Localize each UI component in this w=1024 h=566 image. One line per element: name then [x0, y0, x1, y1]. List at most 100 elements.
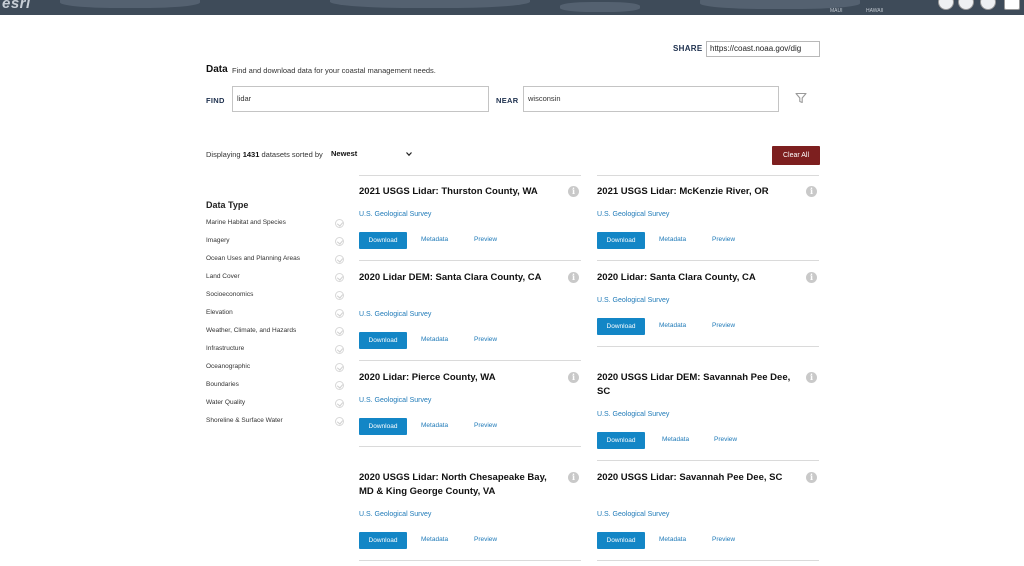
download-button[interactable]: Download [359, 232, 407, 249]
preview-link[interactable]: Preview [712, 322, 735, 329]
download-button[interactable]: Download [359, 332, 407, 349]
dataset-title[interactable]: 2021 USGS Lidar: McKenzie River, OR [597, 185, 793, 199]
card-divider [359, 175, 581, 176]
facet-check-icon[interactable] [335, 237, 344, 246]
facet-label: Ocean Uses and Planning Areas [206, 255, 300, 262]
facet-item[interactable]: Boundaries [206, 381, 344, 393]
find-input[interactable]: lidar [232, 86, 489, 112]
facet-check-icon[interactable] [335, 255, 344, 264]
metadata-link[interactable]: Metadata [421, 422, 448, 429]
dataset-card: 2021 USGS Lidar: McKenzie River, OR i U.S.… [597, 175, 819, 261]
facet-check-icon[interactable] [335, 219, 344, 228]
info-icon[interactable]: i [806, 272, 817, 283]
preview-link[interactable]: Preview [714, 436, 737, 443]
dataset-title[interactable]: 2020 Lidar: Santa Clara County, CA [597, 271, 793, 285]
facet-check-icon[interactable] [335, 345, 344, 354]
near-input[interactable]: wisconsin [523, 86, 779, 112]
download-button[interactable]: Download [597, 232, 645, 249]
dataset-title[interactable]: 2020 USGS Lidar DEM: Savannah Pee Dee, S… [597, 371, 793, 399]
preview-link[interactable]: Preview [712, 236, 735, 243]
facet-check-icon[interactable] [335, 309, 344, 318]
filter-icon[interactable] [795, 92, 807, 104]
facet-check-icon[interactable] [335, 381, 344, 390]
dataset-org[interactable]: U.S. Geological Survey [597, 511, 669, 518]
preview-link[interactable]: Preview [474, 336, 497, 343]
dataset-title[interactable]: 2020 USGS Lidar: North Chesapeake Bay, M… [359, 471, 555, 499]
metadata-link[interactable]: Metadata [659, 322, 686, 329]
near-label: NEAR [496, 96, 519, 105]
dataset-org[interactable]: U.S. Geological Survey [597, 297, 669, 304]
sort-select[interactable]: Newest [331, 149, 415, 158]
dataset-org[interactable]: U.S. Geological Survey [359, 397, 431, 404]
facet-label: Infrastructure [206, 345, 245, 352]
facet-item[interactable]: Socioeconomics [206, 291, 344, 303]
dataset-card: 2021 USGS Lidar: Thurston County, WA i U.S… [359, 175, 581, 261]
dataset-card: 2020 Lidar: Santa Clara County, CA i U.S. … [597, 261, 819, 347]
facet-item[interactable]: Shoreline & Surface Water [206, 417, 344, 429]
facet-item[interactable]: Ocean Uses and Planning Areas [206, 255, 344, 267]
dataset-title[interactable]: 2021 USGS Lidar: Thurston County, WA [359, 185, 555, 199]
dataset-card: 2020 Lidar: Pierce County, WA i U.S. Geolo… [359, 361, 581, 447]
results-suffix: datasets sorted by [261, 150, 323, 159]
metadata-link[interactable]: Metadata [662, 436, 689, 443]
info-icon[interactable]: i [568, 372, 579, 383]
dataset-org[interactable]: U.S. Geological Survey [359, 211, 431, 218]
facet-item[interactable]: Elevation [206, 309, 344, 321]
facet-item[interactable]: Weather, Climate, and Hazards [206, 327, 344, 339]
facet-check-icon[interactable] [335, 363, 344, 372]
metadata-link[interactable]: Metadata [659, 536, 686, 543]
download-button[interactable]: Download [359, 418, 407, 435]
metadata-link[interactable]: Metadata [421, 536, 448, 543]
metadata-link[interactable]: Metadata [421, 236, 448, 243]
dataset-title[interactable]: 2020 Lidar: Pierce County, WA [359, 371, 555, 385]
preview-link[interactable]: Preview [474, 236, 497, 243]
info-icon[interactable]: i [568, 186, 579, 197]
dataset-org[interactable]: U.S. Geological Survey [359, 511, 431, 518]
zoom-out-icon[interactable] [1004, 0, 1020, 10]
download-button[interactable]: Download [359, 532, 407, 549]
info-icon[interactable]: i [568, 472, 579, 483]
clear-all-button[interactable]: Clear All [772, 146, 820, 165]
map-label: MAUI [830, 8, 843, 14]
globe-icon[interactable] [938, 0, 954, 10]
dataset-title[interactable]: 2020 USGS Lidar: Savannah Pee Dee, SC [597, 471, 793, 485]
dataset-org[interactable]: U.S. Geological Survey [597, 211, 669, 218]
facet-label: Boundaries [206, 381, 239, 388]
map-control-icon[interactable] [958, 0, 974, 10]
preview-link[interactable]: Preview [712, 536, 735, 543]
facet-check-icon[interactable] [335, 327, 344, 336]
info-icon[interactable]: i [806, 186, 817, 197]
info-icon[interactable]: i [806, 472, 817, 483]
dataset-org[interactable]: U.S. Geological Survey [597, 411, 669, 418]
download-button[interactable]: Download [597, 532, 645, 549]
metadata-link[interactable]: Metadata [421, 336, 448, 343]
info-icon[interactable]: i [806, 372, 817, 383]
facet-check-icon[interactable] [335, 417, 344, 426]
download-button[interactable]: Download [597, 318, 645, 335]
info-icon[interactable]: i [568, 272, 579, 283]
metadata-link[interactable]: Metadata [659, 236, 686, 243]
chevron-down-icon [406, 152, 412, 157]
preview-link[interactable]: Preview [474, 536, 497, 543]
facet-item[interactable]: Infrastructure [206, 345, 344, 357]
page-title: Data [206, 64, 228, 75]
download-button[interactable]: Download [597, 432, 645, 449]
facet-item[interactable]: Marine Habitat and Species [206, 219, 344, 231]
preview-link[interactable]: Preview [474, 422, 497, 429]
facet-label: Land Cover [206, 273, 240, 280]
facet-item[interactable]: Water Quality [206, 399, 344, 411]
facet-item[interactable]: Land Cover [206, 273, 344, 285]
map-label: HAWAII [866, 8, 884, 14]
facet-item[interactable]: Oceanographic [206, 363, 344, 375]
map-land [60, 0, 200, 8]
dataset-org[interactable]: U.S. Geological Survey [359, 311, 431, 318]
map-banner[interactable]: esri MAUI HAWAII [0, 0, 1024, 15]
facet-check-icon[interactable] [335, 399, 344, 408]
share-url-field[interactable]: https://coast.noaa.gov/dig [706, 41, 820, 57]
facet-check-icon[interactable] [335, 291, 344, 300]
facet-label: Socioeconomics [206, 291, 254, 298]
dataset-title[interactable]: 2020 Lidar DEM: Santa Clara County, CA [359, 271, 555, 285]
facet-item[interactable]: Imagery [206, 237, 344, 249]
map-control-icon[interactable] [980, 0, 996, 10]
facet-check-icon[interactable] [335, 273, 344, 282]
